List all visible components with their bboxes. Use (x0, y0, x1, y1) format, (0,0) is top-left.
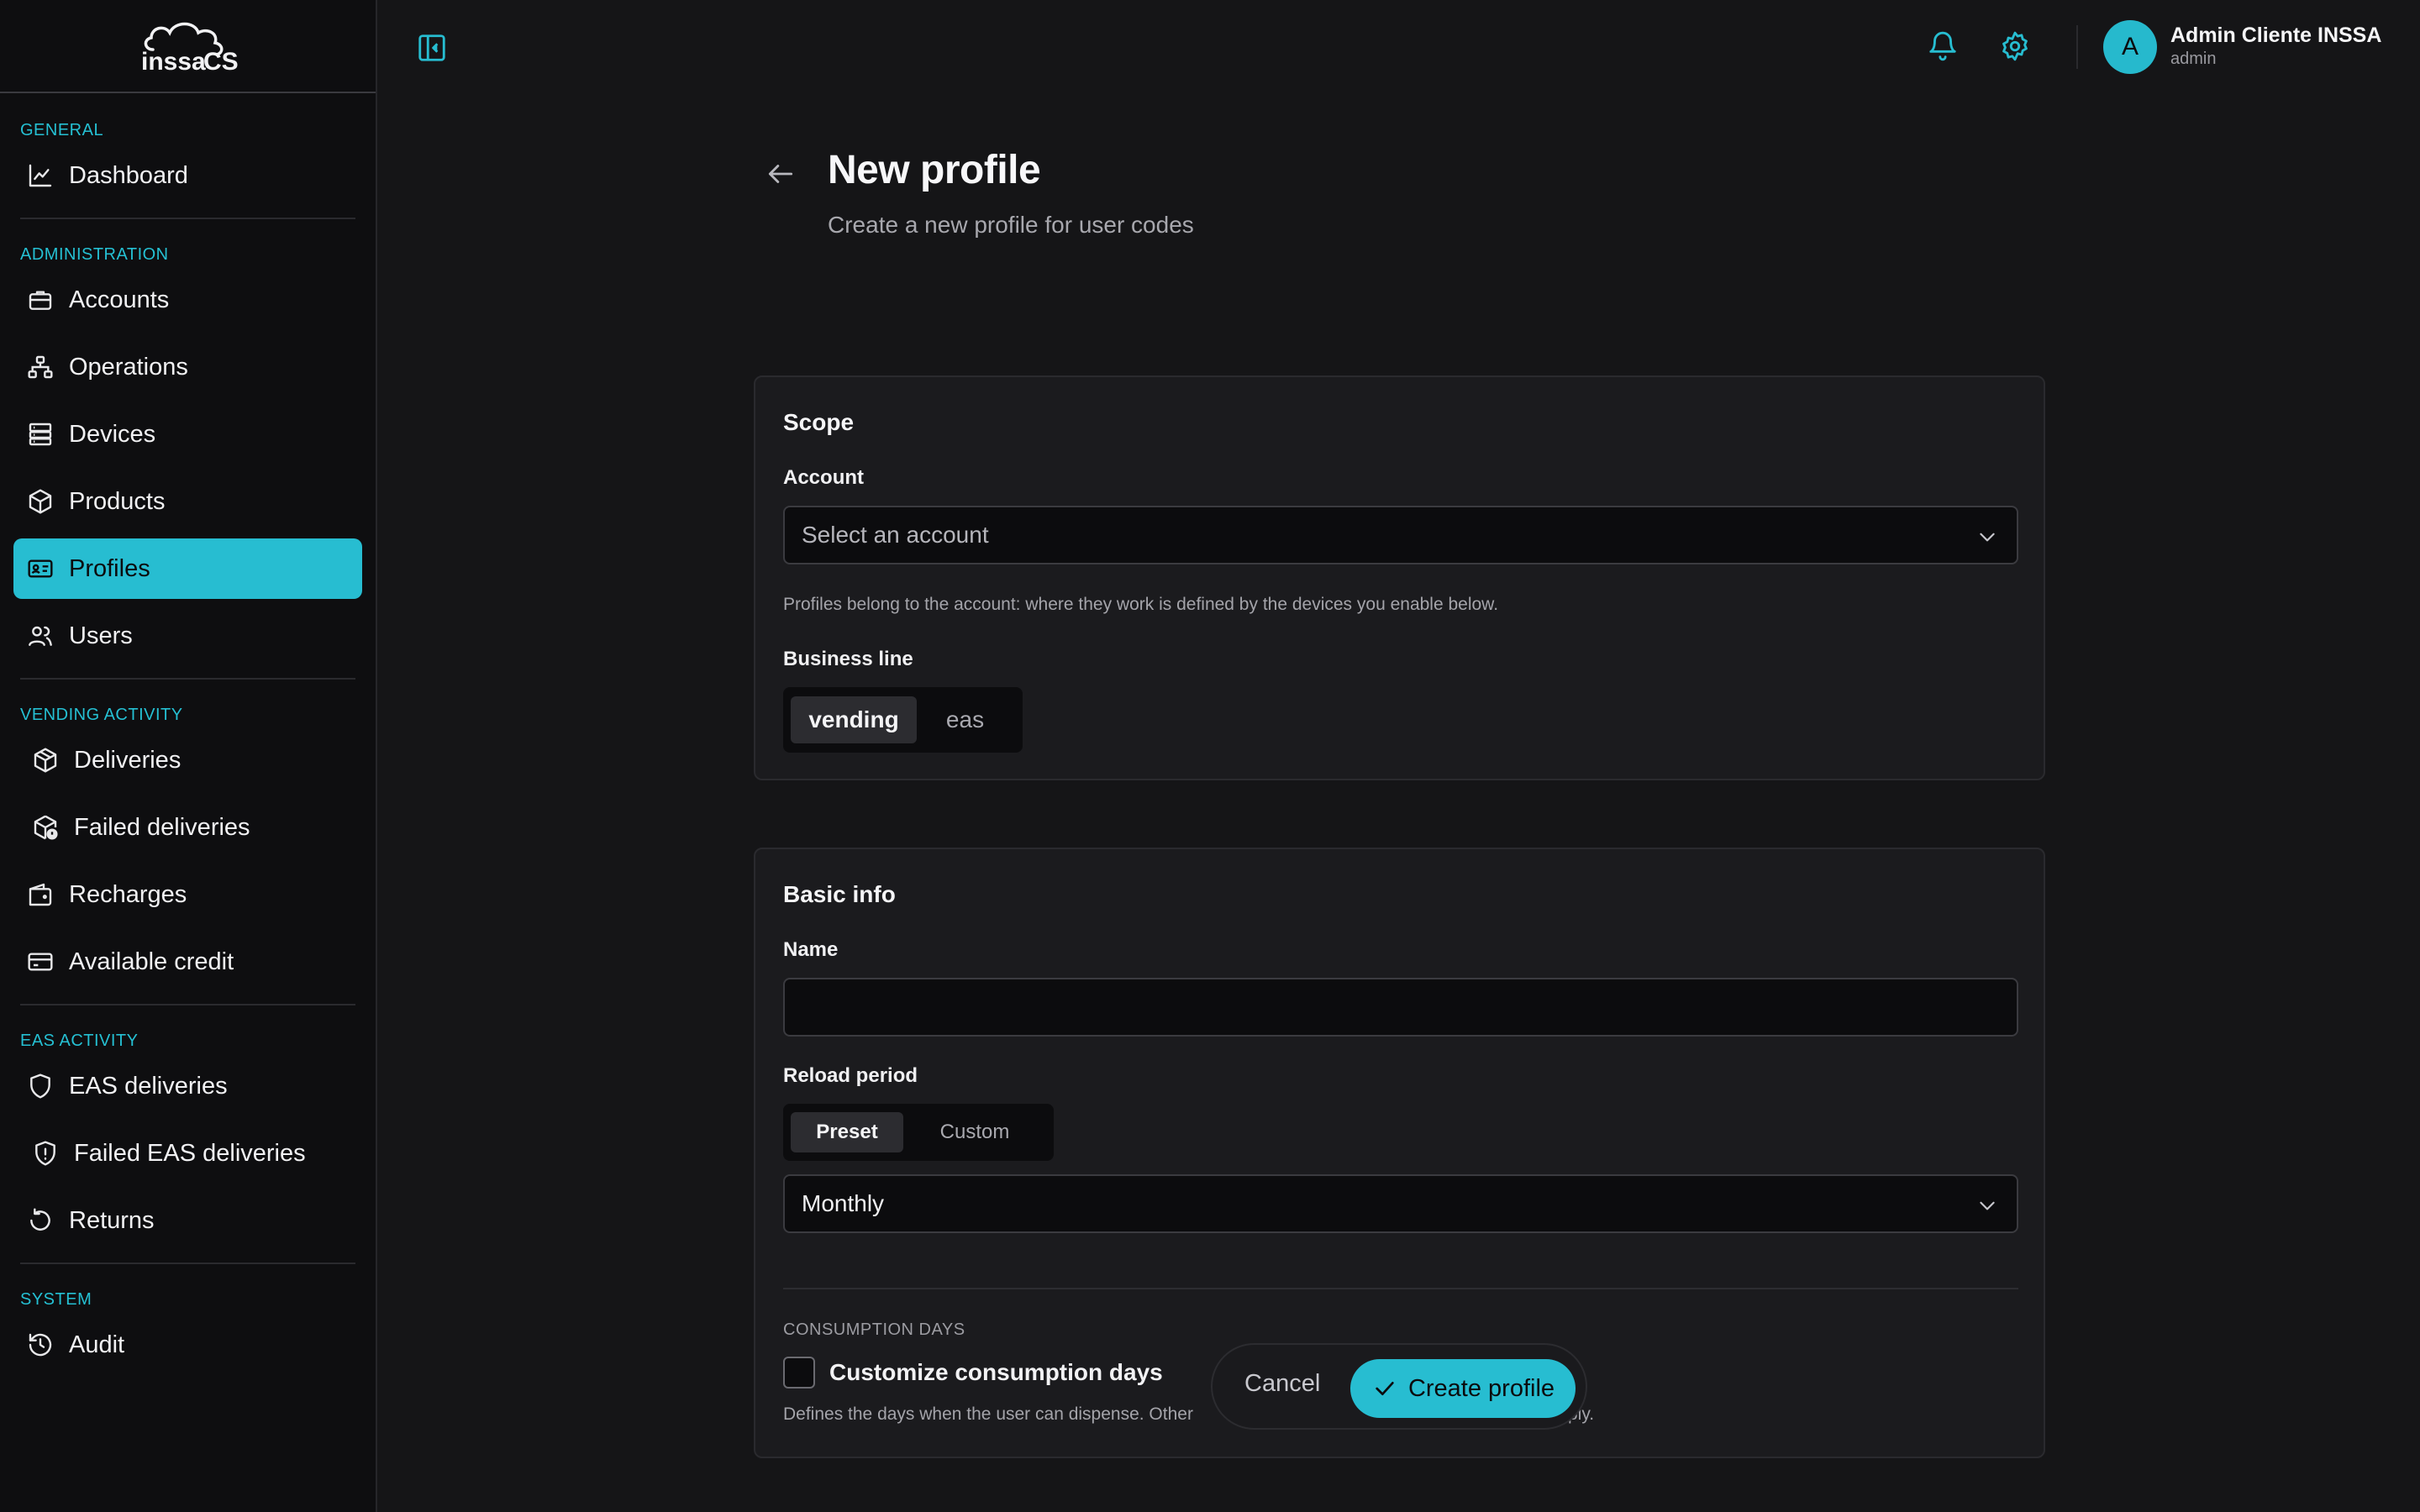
network-icon (25, 352, 55, 382)
sidebar-item-label: Products (69, 487, 166, 515)
reload-period-label: Reload period (783, 1064, 918, 1087)
shield-alert-icon (30, 1138, 60, 1168)
sidebar-item-label: EAS deliveries (69, 1072, 228, 1100)
topbar: A Admin Cliente INSSA admin (377, 0, 2420, 93)
business-line-option-vending[interactable]: vending (791, 696, 917, 743)
user-name: Admin Cliente INSSA (2170, 24, 2382, 47)
consumption-days-heading: CONSUMPTION DAYS (783, 1320, 965, 1339)
customize-consumption-checkbox[interactable] (783, 1357, 815, 1389)
reload-period-value: Monthly (802, 1190, 885, 1216)
sidebar-toggle-icon[interactable] (416, 32, 448, 64)
gear-icon[interactable] (1999, 30, 2031, 66)
sidebar-item-returns[interactable]: Returns (13, 1190, 362, 1251)
credit-card-icon (25, 947, 55, 977)
package-icon (30, 745, 60, 775)
create-profile-button[interactable]: Create profile (1350, 1359, 1576, 1418)
user-role: admin (2170, 50, 2217, 68)
divider (2076, 25, 2078, 69)
bell-icon[interactable] (1927, 30, 1959, 66)
sidebar-item-failed-eas-deliveries[interactable]: Failed EAS deliveries (13, 1123, 362, 1184)
check-icon (1376, 1382, 1394, 1395)
scope-card: Scope Account Select an account Profiles… (754, 375, 2045, 780)
name-label: Name (783, 938, 839, 961)
scope-title: Scope (783, 409, 855, 435)
account-select[interactable]: Select an account (783, 506, 2018, 564)
users-icon (25, 621, 55, 651)
divider (783, 1288, 2018, 1289)
sidebar-item-devices[interactable]: Devices (13, 404, 362, 465)
sidebar-item-eas-deliveries[interactable]: EAS deliveries (13, 1056, 362, 1116)
sidebar-item-label: Failed deliveries (74, 813, 250, 841)
shield-icon (25, 1071, 55, 1101)
sidebar-item-accounts[interactable]: Accounts (13, 270, 362, 330)
create-profile-label: Create profile (1407, 1374, 1555, 1402)
reload-mode-preset[interactable]: Preset (791, 1112, 903, 1152)
chevron-down-icon (1976, 526, 1998, 554)
sidebar-item-label: Deliveries (74, 746, 182, 774)
account-select-value: Select an account (802, 522, 989, 548)
consumption-help: Defines the days when the user can dispe… (783, 1404, 1193, 1424)
id-card-icon (25, 554, 55, 584)
business-line-label: Business line (783, 648, 913, 670)
rotate-icon (25, 1205, 55, 1236)
sidebar-item-label: Audit (69, 1331, 125, 1358)
sidebar-item-dashboard[interactable]: Dashboard (13, 145, 362, 206)
reload-period-select[interactable]: Monthly (783, 1174, 2018, 1233)
section-title-administration: ADMINISTRATION (20, 245, 169, 264)
avatar[interactable]: A (2103, 20, 2157, 74)
sidebar: inssa CS GENERAL Dashboard ADMINISTRATIO… (0, 0, 377, 1512)
history-icon (25, 1330, 55, 1360)
section-title-system: SYSTEM (20, 1290, 92, 1309)
sidebar-item-failed-deliveries[interactable]: Failed deliveries (13, 797, 362, 858)
logo[interactable]: inssa CS (0, 0, 376, 93)
chevron-down-icon (1976, 1194, 1998, 1222)
business-line-option-eas[interactable]: eas (917, 696, 1013, 743)
customize-consumption-label[interactable]: Customize consumption days (829, 1359, 1163, 1386)
section-title-eas-activity: EAS ACTIVITY (20, 1032, 139, 1050)
sidebar-item-label: Accounts (69, 286, 170, 313)
sidebar-item-label: Users (69, 622, 133, 649)
sidebar-item-profiles[interactable]: Profiles (13, 538, 362, 599)
reload-mode-custom[interactable]: Custom (903, 1112, 1046, 1152)
wallet-icon (25, 879, 55, 910)
sidebar-item-available-credit[interactable]: Available credit (13, 932, 362, 992)
account-help: Profiles belong to the account: where th… (783, 595, 1499, 614)
sidebar-item-deliveries[interactable]: Deliveries (13, 730, 362, 790)
sidebar-item-label: Operations (69, 353, 188, 381)
svg-text:inssa: inssa (141, 48, 206, 75)
server-icon (25, 419, 55, 449)
sidebar-item-audit[interactable]: Audit (13, 1315, 362, 1375)
briefcase-icon (25, 285, 55, 315)
package-alert-icon (30, 812, 60, 843)
sidebar-item-users[interactable]: Users (13, 606, 362, 666)
logo-icon: inssa CS (141, 22, 239, 75)
sidebar-item-label: Profiles (69, 554, 150, 582)
sidebar-item-products[interactable]: Products (13, 471, 362, 532)
back-arrow-icon[interactable] (765, 158, 797, 194)
sidebar-item-operations[interactable]: Operations (13, 337, 362, 397)
floating-action-bar: Cancel Create profile (1211, 1343, 1587, 1430)
sidebar-item-recharges[interactable]: Recharges (13, 864, 362, 925)
business-line-toggle: vending eas (783, 687, 1023, 753)
page-subtitle: Create a new profile for user codes (828, 212, 1194, 238)
section-title-general: GENERAL (20, 121, 104, 139)
name-input[interactable] (783, 978, 2018, 1037)
reload-mode-toggle: Preset Custom (783, 1104, 1054, 1161)
basic-info-title: Basic info (783, 881, 896, 907)
sidebar-item-label: Recharges (69, 880, 187, 908)
sidebar-item-label: Available credit (69, 948, 234, 975)
cancel-button[interactable]: Cancel (1244, 1370, 1320, 1398)
chart-line-icon (25, 160, 55, 191)
sidebar-item-label: Failed EAS deliveries (74, 1139, 306, 1167)
sidebar-item-label: Returns (69, 1206, 155, 1234)
account-label: Account (783, 466, 864, 489)
box-icon (25, 486, 55, 517)
svg-text:CS: CS (203, 48, 239, 75)
sidebar-item-label: Dashboard (69, 161, 188, 189)
sidebar-item-label: Devices (69, 420, 156, 448)
page-title: New profile (828, 148, 1041, 192)
section-title-vending-activity: VENDING ACTIVITY (20, 706, 183, 724)
